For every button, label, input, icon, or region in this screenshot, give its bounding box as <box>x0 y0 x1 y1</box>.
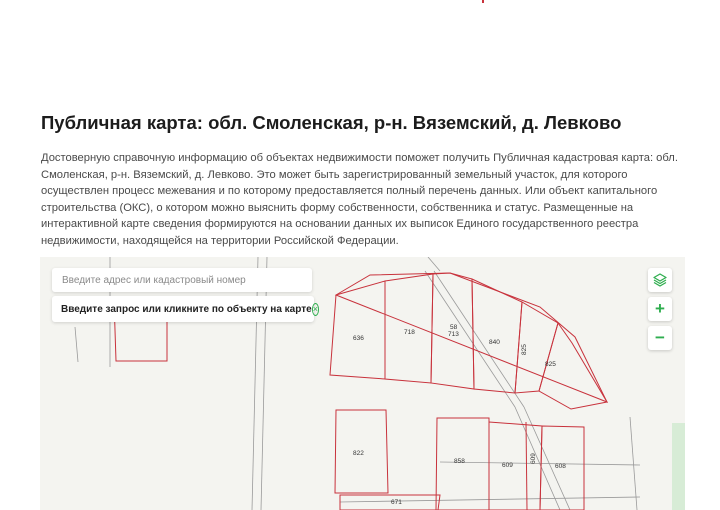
plot-label-825b: 825 <box>545 361 556 368</box>
plus-icon: + <box>655 299 665 318</box>
plot-label-608: 608 <box>555 463 566 470</box>
cadastral-map[interactable]: 636 718 58 713 840 825 825 822 858 609 6… <box>40 257 685 510</box>
map-hint-panel: Введите запрос или кликните по объекту н… <box>52 296 319 322</box>
parcel-outer-edge <box>334 272 609 403</box>
zoom-in-button[interactable]: + <box>648 297 672 321</box>
plot-label-822: 822 <box>353 450 364 457</box>
top-accent-mark <box>482 0 484 3</box>
address-search-input[interactable] <box>52 268 312 292</box>
plot-label-825a: 825 <box>521 344 528 355</box>
plot-label-718: 718 <box>404 329 415 336</box>
page-description: Достоверную справочную информацию об объ… <box>41 152 678 247</box>
plot-label-713: 713 <box>448 331 459 338</box>
map-roads <box>74 257 641 510</box>
parcel-671[interactable] <box>339 494 441 510</box>
plot-label-609a: 609 <box>502 462 513 469</box>
plot-label-858: 858 <box>454 458 465 465</box>
plot-label-636: 636 <box>353 335 364 342</box>
green-area <box>672 423 685 510</box>
plot-label-58: 58 <box>450 324 458 331</box>
parcel-divider <box>525 421 528 510</box>
plot-label-840: 840 <box>489 339 500 346</box>
map-canvas[interactable]: 636 718 58 713 840 825 825 822 858 609 6… <box>40 257 685 510</box>
parcel-840[interactable] <box>471 278 523 394</box>
zoom-out-button[interactable]: − <box>648 326 672 350</box>
plot-label-609b: 609 <box>530 453 537 464</box>
layers-button[interactable] <box>648 268 672 292</box>
layers-icon <box>653 273 667 287</box>
plot-label-671: 671 <box>391 499 402 506</box>
page-title: Публичная карта: обл. Смоленская, р-н. В… <box>41 112 622 133</box>
map-hint-text: Введите запрос или кликните по объекту н… <box>61 303 312 315</box>
minus-icon: − <box>655 328 665 347</box>
parcel-609[interactable] <box>488 421 543 510</box>
close-circle-icon[interactable]: × <box>311 302 319 316</box>
